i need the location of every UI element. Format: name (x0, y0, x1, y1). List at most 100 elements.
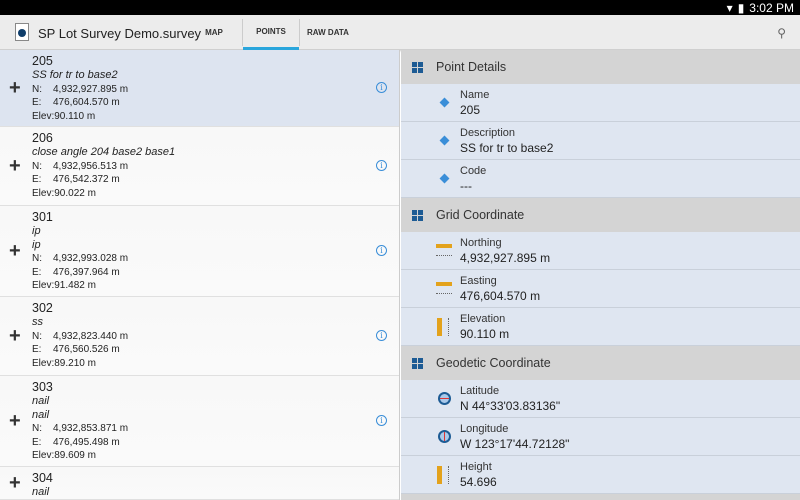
info-icon[interactable]: i (376, 330, 387, 341)
northing-label: N: (32, 160, 42, 172)
easting-label: E: (32, 174, 42, 186)
point-list-item[interactable]: +205 SS for tr to base2 N: 4,932,927.895 mE… (0, 50, 399, 127)
point-name: 205 (32, 54, 53, 68)
easting-line: E: 476,604.570 m (32, 96, 399, 110)
northing-label: N: (32, 330, 42, 342)
elevation-line: Elev:90.022 m (32, 187, 399, 201)
elevation-line: Elev:89.210 m (32, 357, 399, 371)
detail-label: Latitude (460, 385, 500, 397)
point-description: close angle 204 base2 base1 (32, 146, 176, 158)
status-bar: ▾ ▮ 3:02 PM (0, 0, 800, 15)
info-icon[interactable]: i (376, 245, 387, 256)
tab-map[interactable]: MAP (195, 15, 233, 50)
point-list-item[interactable]: +206 close angle 204 base2 base1 N: 4,932,9… (0, 127, 399, 206)
info-icon[interactable]: i (376, 82, 387, 93)
battery-icon: ▮ (737, 0, 745, 15)
horizontal-ruler-icon (436, 282, 452, 294)
detail-value: --- (460, 179, 472, 193)
point-list-item[interactable]: +304 nail (0, 467, 399, 500)
diamond-icon (439, 173, 450, 184)
northing-value: 4,932,853.871 m (53, 423, 129, 435)
point-cross-icon: + (9, 77, 21, 99)
tab-points[interactable]: POINTS (243, 15, 299, 50)
point-list-item[interactable]: +303 nail nail N: 4,932,853.871 m E: 476,495.4… (0, 376, 399, 467)
tab-raw-data[interactable]: RAW DATA (300, 15, 356, 50)
elevation-label: Elev: (32, 357, 55, 369)
point-name: 301 (32, 210, 53, 224)
diamond-icon (439, 135, 450, 146)
point-description: nail (32, 408, 50, 421)
point-list-item[interactable]: +302 ss N: 4,932,823.440 m E: 476,560.526 m El… (0, 297, 399, 376)
easting-line: E: 476,560.526 m (32, 343, 399, 357)
section-header-grid-coordinate[interactable]: Grid Coordinate (401, 198, 800, 232)
point-name: 302 (32, 301, 53, 315)
point-cross-icon: + (9, 410, 21, 432)
elevation-value: 90.110 m (54, 110, 96, 122)
grid-icon (412, 61, 423, 73)
northing-line: N: 4,932,993.028 m (32, 252, 399, 266)
easting-value: 476,397.964 m (53, 266, 120, 278)
northing-line: N: 4,932,853.871 m (32, 422, 399, 436)
northing-value: 4,932,993.028 m (53, 253, 129, 265)
point-description: ss (32, 316, 43, 328)
search-icon[interactable]: ⚲ (777, 26, 786, 40)
section-header-geodetic-coordinate[interactable]: Geodetic Coordinate (401, 346, 800, 380)
detail-value: 90.110 m (460, 327, 510, 341)
easting-label: E: (32, 344, 42, 356)
points-list[interactable]: +205 SS for tr to base2 N: 4,932,927.895 mE… (0, 50, 400, 500)
detail-item: Height 54.696 (401, 456, 800, 494)
northing-line: N: 4,932,927.895 m (32, 83, 399, 97)
point-description: nail (32, 486, 50, 498)
info-icon[interactable]: i (376, 415, 387, 426)
detail-value: W 123°17'44.72128" (460, 437, 570, 451)
info-icon[interactable]: i (376, 160, 387, 171)
clock: 3:02 PM (749, 0, 794, 15)
survey-file-icon (15, 23, 29, 41)
elevation-label: Elev: (32, 110, 55, 122)
detail-item: Description SS for tr to base2 (401, 122, 800, 160)
easting-line: E: 476,495.498 m (32, 436, 399, 450)
point-description: ip (32, 238, 41, 251)
elevation-value: 89.210 m (54, 357, 96, 369)
detail-item: Code --- (401, 160, 800, 198)
northing-label: N: (32, 253, 42, 265)
northing-label: N: (32, 83, 42, 95)
detail-label: Northing (460, 237, 502, 249)
elevation-line: Elev:91.482 m (32, 279, 399, 293)
detail-value: N 44°33'03.83136" (460, 399, 561, 413)
northing-value: 4,932,927.895 m (53, 83, 129, 95)
elevation-line: Elev:89.609 m (32, 449, 399, 463)
detail-label: Description (460, 127, 516, 139)
easting-line: E: 476,542.372 m (32, 173, 399, 187)
section-header-next (401, 494, 800, 500)
northing-line: N: 4,932,956.513 m (32, 160, 399, 174)
vertical-ruler-icon (437, 466, 449, 484)
diamond-icon (439, 97, 450, 108)
section-header-point-details[interactable]: Point Details (401, 50, 800, 84)
point-details-panel: Point Details Name 205 Description SS for tr… (401, 50, 800, 500)
point-cross-icon: + (9, 325, 21, 347)
easting-value: 476,604.570 m (53, 97, 120, 109)
detail-label: Elevation (460, 313, 506, 325)
elevation-value: 91.482 m (54, 280, 96, 292)
grid-icon (412, 209, 423, 221)
point-list-item[interactable]: +301 ip ip N: 4,932,993.028 m E: 476,397.964 m… (0, 206, 399, 297)
horizontal-ruler-icon (436, 244, 452, 256)
point-description: SS for tr to base2 (32, 69, 118, 81)
app-title: SP Lot Survey Demo.survey (38, 26, 202, 41)
detail-value: 476,604.570 m (460, 289, 541, 303)
detail-item: Easting 476,604.570 m (401, 270, 800, 308)
easting-label: E: (32, 266, 42, 278)
latitude-globe-icon (438, 392, 451, 405)
northing-value: 4,932,823.440 m (53, 330, 129, 342)
elevation-value: 90.022 m (54, 187, 96, 199)
elevation-label: Elev: (32, 187, 55, 199)
point-description: nail (32, 395, 50, 407)
wifi-icon: ▾ (726, 0, 733, 15)
detail-value: 54.696 (460, 475, 497, 489)
detail-label: Name (460, 89, 490, 101)
longitude-globe-icon (438, 430, 451, 443)
easting-value: 476,560.526 m (53, 344, 120, 356)
point-cross-icon: + (9, 155, 21, 177)
easting-value: 476,542.372 m (53, 174, 120, 186)
